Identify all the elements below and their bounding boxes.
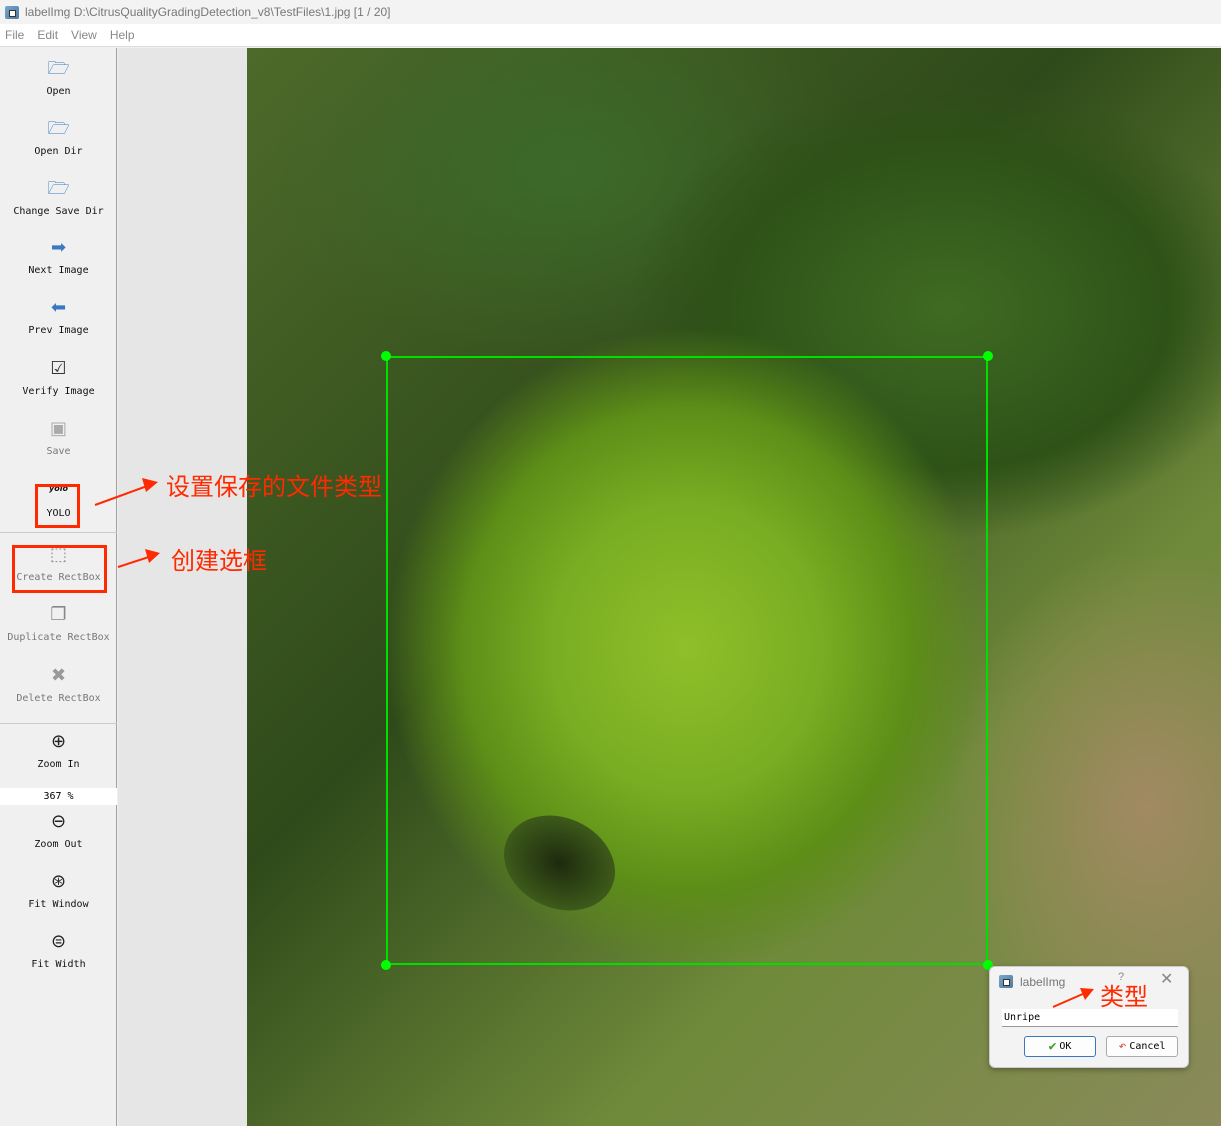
bbox-handle[interactable] <box>983 351 993 361</box>
fit-width-icon: ⊜ <box>50 931 67 952</box>
toolbar-separator <box>0 723 117 724</box>
highlight-box <box>35 484 80 528</box>
zoom-in-icon: ⊕ <box>50 731 67 752</box>
menu-view[interactable]: View <box>66 28 105 42</box>
save-icon: ▣ <box>49 418 67 439</box>
image-canvas[interactable] <box>247 48 1221 1126</box>
copy-icon: ❐ <box>50 604 67 625</box>
cancel-button[interactable]: ↶ Cancel <box>1106 1036 1178 1057</box>
ok-button[interactable]: ✔ OK <box>1024 1036 1096 1057</box>
zoom-in-button[interactable]: ⊕ Zoom In <box>0 731 117 770</box>
annotation-create-box: 创建选框 <box>171 547 267 575</box>
menu-help[interactable]: Help <box>105 28 143 42</box>
folder-icon: 🗁 <box>47 118 70 139</box>
folder-icon: 🗁 <box>47 58 70 79</box>
close-icon[interactable]: ✕ <box>1160 969 1173 989</box>
canvas-background <box>118 48 247 1126</box>
bbox-handle[interactable] <box>381 351 391 361</box>
menu-bar: File Edit View Help <box>0 24 1221 47</box>
check-icon: ✔ <box>1048 1039 1057 1054</box>
bbox-handle[interactable] <box>381 960 391 970</box>
verify-image-button[interactable]: ☑ Verify Image <box>0 358 117 397</box>
label-dialog: labelImg ? ✕ 类型 Unripe ✔ OK ↶ Cancel <box>989 966 1189 1068</box>
arrow-annotation <box>1052 988 1094 1008</box>
duplicate-rectbox-button[interactable]: ❐ Duplicate RectBox <box>0 604 117 643</box>
app-icon <box>999 975 1013 988</box>
menu-edit[interactable]: Edit <box>32 28 66 42</box>
arrow-line <box>94 484 151 506</box>
checkbox-icon: ☑ <box>50 358 67 379</box>
open-button[interactable]: 🗁 Open <box>0 58 117 97</box>
fit-width-button[interactable]: ⊜ Fit Width <box>0 931 117 970</box>
arrow-line <box>117 555 153 568</box>
arrow-head <box>145 549 160 563</box>
arrow-head <box>142 478 158 492</box>
menu-file[interactable]: File <box>0 28 32 42</box>
fit-window-button[interactable]: ⊛ Fit Window <box>0 871 117 910</box>
bounding-box[interactable] <box>386 356 988 965</box>
change-save-dir-button[interactable]: 🗁 Change Save Dir <box>0 178 117 217</box>
prev-image-button[interactable]: ⬅ Prev Image <box>0 297 117 336</box>
fit-window-icon: ⊛ <box>50 871 67 892</box>
app-icon <box>5 5 19 19</box>
zoom-out-button[interactable]: ⊖ Zoom Out <box>0 811 117 850</box>
annotation-save-format: 设置保存的文件类型 <box>166 473 382 501</box>
zoom-value-spinbox[interactable]: 367 % <box>0 788 117 805</box>
annotation-label-type: 类型 <box>1100 983 1148 1011</box>
open-dir-button[interactable]: 🗁 Open Dir <box>0 118 117 157</box>
label-input[interactable]: Unripe <box>1002 1009 1178 1027</box>
save-button[interactable]: ▣ Save <box>0 418 117 457</box>
delete-icon: ✖ <box>50 665 67 686</box>
delete-rectbox-button[interactable]: ✖ Delete RectBox <box>0 665 117 704</box>
zoom-out-icon: ⊖ <box>50 811 67 832</box>
arrow-right-icon: ➡ <box>50 237 67 258</box>
arrow-left-icon: ⬅ <box>50 297 67 318</box>
title-bar: labelImg D:\CitrusQualityGradingDetectio… <box>0 0 1221 24</box>
undo-icon: ↶ <box>1118 1039 1127 1054</box>
arrow-annotations <box>94 478 160 568</box>
next-image-button[interactable]: ➡ Next Image <box>0 237 117 276</box>
folder-icon: 🗁 <box>47 178 70 199</box>
window-title: labelImg D:\CitrusQualityGradingDetectio… <box>25 5 391 19</box>
